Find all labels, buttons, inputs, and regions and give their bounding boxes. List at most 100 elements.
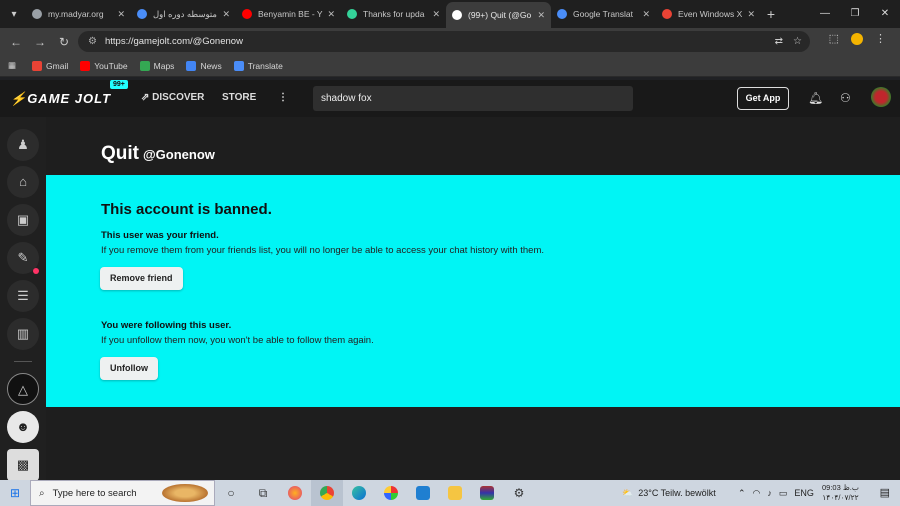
profile-title: Quit @Gonenow bbox=[101, 143, 215, 165]
bookmark-label: YouTube bbox=[94, 60, 128, 71]
tab-favicon-icon bbox=[452, 10, 462, 20]
remove-friend-button[interactable]: Remove friend bbox=[100, 267, 183, 290]
user-avatar[interactable] bbox=[871, 87, 891, 107]
translate-page-icon[interactable]: ⇄ bbox=[775, 36, 783, 47]
chrome-icon[interactable] bbox=[311, 480, 343, 506]
url-text: https://gamejolt.com/@Gonenow bbox=[104, 36, 243, 47]
winrar-icon[interactable] bbox=[471, 480, 503, 506]
bookmark-item[interactable]: Maps bbox=[139, 60, 175, 71]
bookmark-item[interactable]: Gmail bbox=[32, 60, 69, 71]
bookmark-item[interactable]: News bbox=[186, 60, 222, 71]
tab-search-button[interactable]: ▾ bbox=[2, 3, 26, 25]
bookmark-label: Gmail bbox=[46, 60, 69, 71]
get-app-button[interactable]: Get App bbox=[737, 87, 789, 110]
tab-close-icon[interactable]: ✕ bbox=[432, 9, 440, 20]
windows-start-icon[interactable]: ⊞ bbox=[0, 486, 30, 500]
language-indicator[interactable]: ENG bbox=[794, 488, 814, 498]
vscode-icon[interactable] bbox=[407, 480, 439, 506]
task-view-icon[interactable]: ⧉ bbox=[247, 480, 279, 506]
unfollow-button[interactable]: Unfollow bbox=[100, 357, 158, 380]
clock-time: 09:03 ب.ظ bbox=[822, 483, 859, 492]
cortana-icon[interactable]: ○ bbox=[215, 480, 247, 506]
paint-icon[interactable] bbox=[375, 480, 407, 506]
nav-discover[interactable]: ⇗ DISCOVER bbox=[141, 92, 204, 103]
bookmark-label: Maps bbox=[153, 60, 175, 71]
tab-favicon-icon bbox=[557, 9, 567, 19]
forward-icon[interactable]: → bbox=[28, 35, 52, 49]
sidebar-store-icon[interactable]: ⌂ bbox=[7, 166, 39, 198]
profile-icon[interactable] bbox=[851, 32, 863, 45]
tab-close-icon[interactable]: ✕ bbox=[642, 9, 650, 20]
extensions-icon[interactable]: ⬚ bbox=[829, 32, 839, 45]
tab-favicon-icon bbox=[662, 9, 672, 19]
more-menu-icon[interactable]: ⋮ bbox=[278, 92, 288, 103]
sidebar-community-icon[interactable]: △ bbox=[7, 373, 39, 405]
browser-tab[interactable]: (99+) Quit (@Go ✕ bbox=[446, 2, 551, 28]
banned-panel: This account is banned. This user was yo… bbox=[46, 175, 900, 407]
browser-tab[interactable]: Google Translat ✕ bbox=[551, 2, 656, 26]
bookmark-icon bbox=[80, 60, 91, 71]
bookmark-label: News bbox=[200, 60, 222, 71]
tab-close-icon[interactable]: ✕ bbox=[327, 9, 335, 20]
bookmark-icon bbox=[139, 60, 150, 71]
back-icon[interactable]: ← bbox=[4, 35, 28, 49]
sidebar-backpack-icon[interactable]: ▣ bbox=[7, 204, 39, 236]
edge-icon[interactable] bbox=[343, 480, 375, 506]
bookmark-icon bbox=[186, 60, 197, 71]
follow-text: If you unfollow them now, you won't be a… bbox=[101, 335, 374, 346]
taskbar-search-placeholder: Type here to search bbox=[52, 487, 137, 499]
bookmark-star-icon[interactable]: ☆ bbox=[793, 36, 802, 47]
taskbar-search-input[interactable]: ⌕ Type here to search bbox=[30, 480, 215, 506]
url-bar[interactable]: ⚙ https://gamejolt.com/@Gonenow ⇄ ☆ bbox=[78, 31, 810, 52]
close-window-icon[interactable]: ✕ bbox=[870, 0, 900, 28]
browser-tab[interactable]: متوسطه دوره اول ✕ bbox=[131, 2, 236, 26]
notifications-icon[interactable]: ▤ bbox=[880, 486, 890, 499]
page-bottom bbox=[46, 407, 900, 480]
sidebar-realm-icon[interactable]: ♟ bbox=[7, 129, 39, 161]
weather-widget[interactable]: ⛅ 23°C Teilw. bewölkt bbox=[622, 480, 716, 506]
nav-store[interactable]: STORE bbox=[222, 92, 256, 103]
maximize-icon[interactable]: ❐ bbox=[840, 0, 870, 28]
gamejolt-logo[interactable]: ⚡GAME JOLT bbox=[10, 91, 111, 107]
tab-close-icon[interactable]: ✕ bbox=[537, 10, 545, 21]
window-controls: — ❐ ✕ bbox=[810, 0, 900, 28]
bell-icon[interactable]: 🔔︎ bbox=[808, 91, 823, 105]
tab-title: Benyamin BE - Y bbox=[258, 9, 323, 19]
friends-icon[interactable]: ⚇ bbox=[840, 91, 851, 105]
sidebar-community-icon-2[interactable]: ☻ bbox=[7, 411, 39, 443]
browser-tab[interactable]: Thanks for upda ✕ bbox=[341, 2, 446, 26]
tray-chevron-icon[interactable]: ⌃ bbox=[738, 488, 746, 499]
profile-name: Quit bbox=[101, 143, 139, 164]
wifi-icon[interactable]: ◠ bbox=[753, 488, 761, 499]
sidebar-community-icon-3[interactable]: ▩ bbox=[7, 449, 39, 481]
browser-tab[interactable]: my.madyar.org ✕ bbox=[26, 2, 131, 26]
clock[interactable]: 09:03 ب.ظ ۱۴۰۴/۰۷/۲۲ bbox=[822, 483, 859, 503]
bookmark-item[interactable]: YouTube bbox=[80, 60, 128, 71]
bookmark-item[interactable]: Translate bbox=[233, 60, 283, 71]
clock-date: ۱۴۰۴/۰۷/۲۲ bbox=[822, 493, 859, 502]
volume-icon[interactable]: ♪ bbox=[767, 488, 772, 498]
sidebar-library-icon[interactable]: ▥ bbox=[7, 318, 39, 350]
tab-close-icon[interactable]: ✕ bbox=[222, 9, 230, 20]
profile-username: @Gonenow bbox=[143, 147, 215, 162]
firefox-icon[interactable] bbox=[279, 480, 311, 506]
site-info-icon[interactable]: ⚙ bbox=[88, 36, 97, 47]
sidebar-chat-icon[interactable]: ☰ bbox=[7, 280, 39, 312]
bookmark-icon bbox=[32, 60, 43, 71]
battery-icon[interactable]: ▭ bbox=[779, 488, 788, 499]
weather-icon: ⛅ bbox=[622, 487, 634, 498]
new-tab-button[interactable]: + bbox=[761, 6, 781, 22]
browser-menu-icon[interactable]: ⋮ bbox=[875, 32, 886, 45]
settings-icon[interactable]: ⚙ bbox=[503, 480, 535, 506]
tab-close-icon[interactable]: ✕ bbox=[117, 9, 125, 20]
tab-favicon-icon bbox=[347, 9, 357, 19]
minimize-icon[interactable]: — bbox=[810, 0, 840, 28]
bookmarks-bar: ▦ Gmail YouTube Maps News Translate bbox=[0, 55, 900, 77]
apps-grid-icon[interactable]: ▦ bbox=[8, 60, 16, 71]
browser-tab[interactable]: Even Windows X ✕ bbox=[656, 2, 761, 26]
reload-icon[interactable]: ↻ bbox=[52, 35, 76, 49]
gamejolt-search-input[interactable]: shadow fox bbox=[313, 86, 633, 111]
file-explorer-icon[interactable] bbox=[439, 480, 471, 506]
browser-tab[interactable]: Benyamin BE - Y ✕ bbox=[236, 2, 341, 26]
tab-close-icon[interactable]: ✕ bbox=[747, 9, 755, 20]
